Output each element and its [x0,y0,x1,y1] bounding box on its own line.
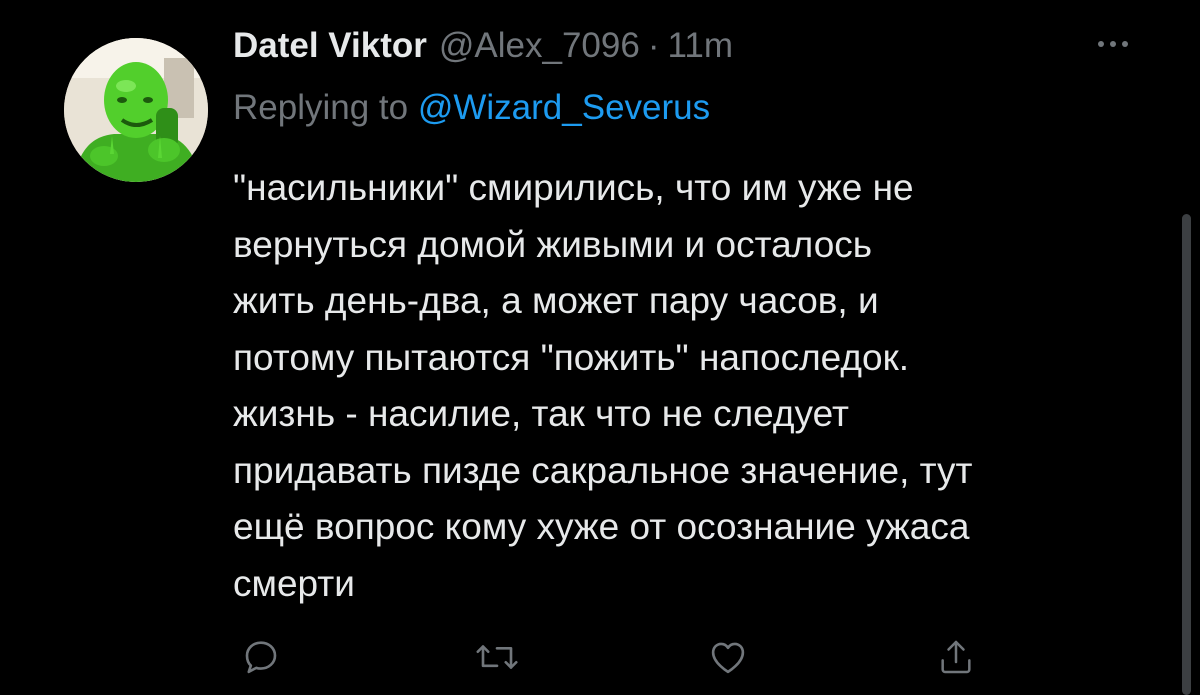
timestamp[interactable]: 11m [667,22,733,70]
reply-mention-link[interactable]: @Wizard_Severus [418,88,710,127]
separator-dot: · [647,26,660,65]
more-options-icon[interactable] [1098,34,1128,54]
user-handle[interactable]: @Alex_7096 [439,22,640,70]
avatar[interactable] [64,38,208,182]
like-button[interactable] [703,632,753,682]
retweet-icon [476,645,518,669]
tweet-text-line: ещё вопрос кому хуже от осознание ужаса [233,506,970,547]
share-button[interactable] [931,632,981,682]
reply-bubble-icon [245,641,277,674]
heart-icon [711,642,745,674]
tweet-header: Datel Viktor @Alex_7096 · 11m [233,22,733,70]
avatar-image [64,38,208,182]
reply-prefix: Replying to [233,88,409,127]
tweet-text-line: придавать пизде сакральное значение, тут [233,449,973,491]
tweet-actions [0,632,1200,682]
retweet-button[interactable] [472,632,522,682]
share-icon [941,640,971,674]
tweet-text: "насильники" смирились, что им уже не ве… [233,160,1163,612]
tweet-text-line: "насильники" смирились, что им уже не [233,167,914,208]
tweet-text-line: смерти [233,562,355,604]
scrollbar[interactable] [1182,214,1191,695]
tweet-text-line: жизнь - насилие, так что не следует [233,393,849,434]
display-name[interactable]: Datel Viktor [233,22,427,70]
reply-button[interactable] [236,632,286,682]
tweet-text-line: вернуться домой живыми и осталось [233,223,873,265]
tweet-text-line: потому пытаются "пожить" напоследок. [233,336,910,378]
tweet-text-line: жить день-два, а может пару часов, и [233,280,879,321]
tweet[interactable]: Datel Viktor @Alex_7096 · 11m Replying t… [0,0,1200,695]
more-dot [1122,41,1128,47]
more-dot [1110,41,1116,47]
more-dot [1098,41,1104,47]
replying-to: Replying to @Wizard_Severus [233,84,710,132]
